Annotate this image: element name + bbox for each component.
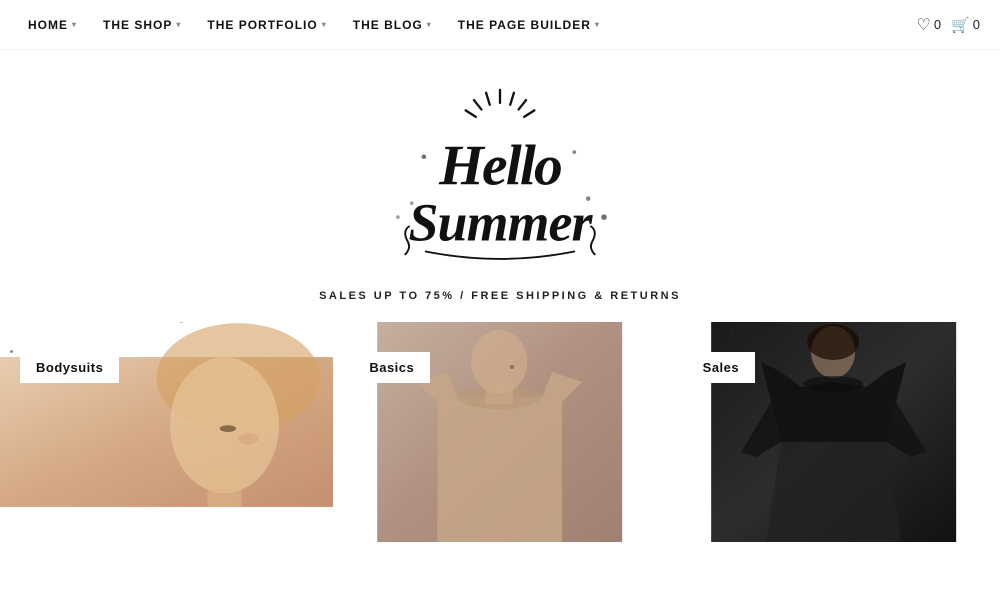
nav-left: HOME ▾ THE SHOP ▾ THE PORTFOLIO ▾ THE BL…	[20, 13, 608, 37]
nav-shop-label: THE SHOP	[103, 18, 172, 32]
product-label-bodysuits: Bodysuits	[20, 352, 119, 383]
nav-portfolio-chevron: ▾	[322, 20, 327, 29]
heart-icon: ♡	[917, 15, 931, 35]
cart-icon: 🛒	[951, 16, 970, 34]
nav-item-portfolio[interactable]: THE PORTFOLIO ▾	[199, 13, 334, 37]
cart-count: 0	[973, 17, 980, 32]
nav-home-chevron: ▾	[72, 20, 77, 29]
hello-summer-logo: Hello Summer	[370, 80, 630, 280]
nav-portfolio-label: THE PORTFOLIO	[207, 18, 317, 32]
nav-item-home[interactable]: HOME ▾	[20, 13, 85, 37]
cart-button[interactable]: 🛒 0	[951, 16, 980, 34]
nav-blog-chevron: ▾	[427, 20, 432, 29]
hero-tagline: SALES UP TO 75% / FREE SHIPPING & RETURN…	[319, 290, 681, 302]
nav-home-label: HOME	[28, 18, 68, 32]
product-grid: Bodysuits Basics	[0, 322, 1000, 542]
product-card-sales[interactable]: Sales	[667, 322, 1000, 542]
product-label-sales: Sales	[687, 352, 755, 383]
nav-item-builder[interactable]: THE PAGE BUILDER ▾	[450, 13, 608, 37]
main-nav: HOME ▾ THE SHOP ▾ THE PORTFOLIO ▾ THE BL…	[0, 0, 1000, 50]
wishlist-count: 0	[934, 17, 941, 32]
nav-right: ♡ 0 🛒 0	[917, 15, 981, 35]
nav-shop-chevron: ▾	[176, 20, 181, 29]
nav-blog-label: THE BLOG	[353, 18, 423, 32]
product-card-bodysuits[interactable]: Bodysuits	[0, 322, 333, 542]
nav-item-blog[interactable]: THE BLOG ▾	[345, 13, 440, 37]
product-label-basics: Basics	[353, 352, 430, 383]
nav-item-shop[interactable]: THE SHOP ▾	[95, 13, 189, 37]
wishlist-button[interactable]: ♡ 0	[917, 15, 942, 35]
svg-text:Summer: Summer	[409, 192, 594, 252]
nav-builder-chevron: ▾	[595, 20, 600, 29]
svg-text:Hello: Hello	[438, 135, 561, 198]
nav-builder-label: THE PAGE BUILDER	[458, 18, 591, 32]
hero-section: Hello Summer SALES UP TO 75% / FREE SHIP…	[0, 50, 1000, 322]
product-card-basics[interactable]: Basics	[333, 322, 666, 542]
